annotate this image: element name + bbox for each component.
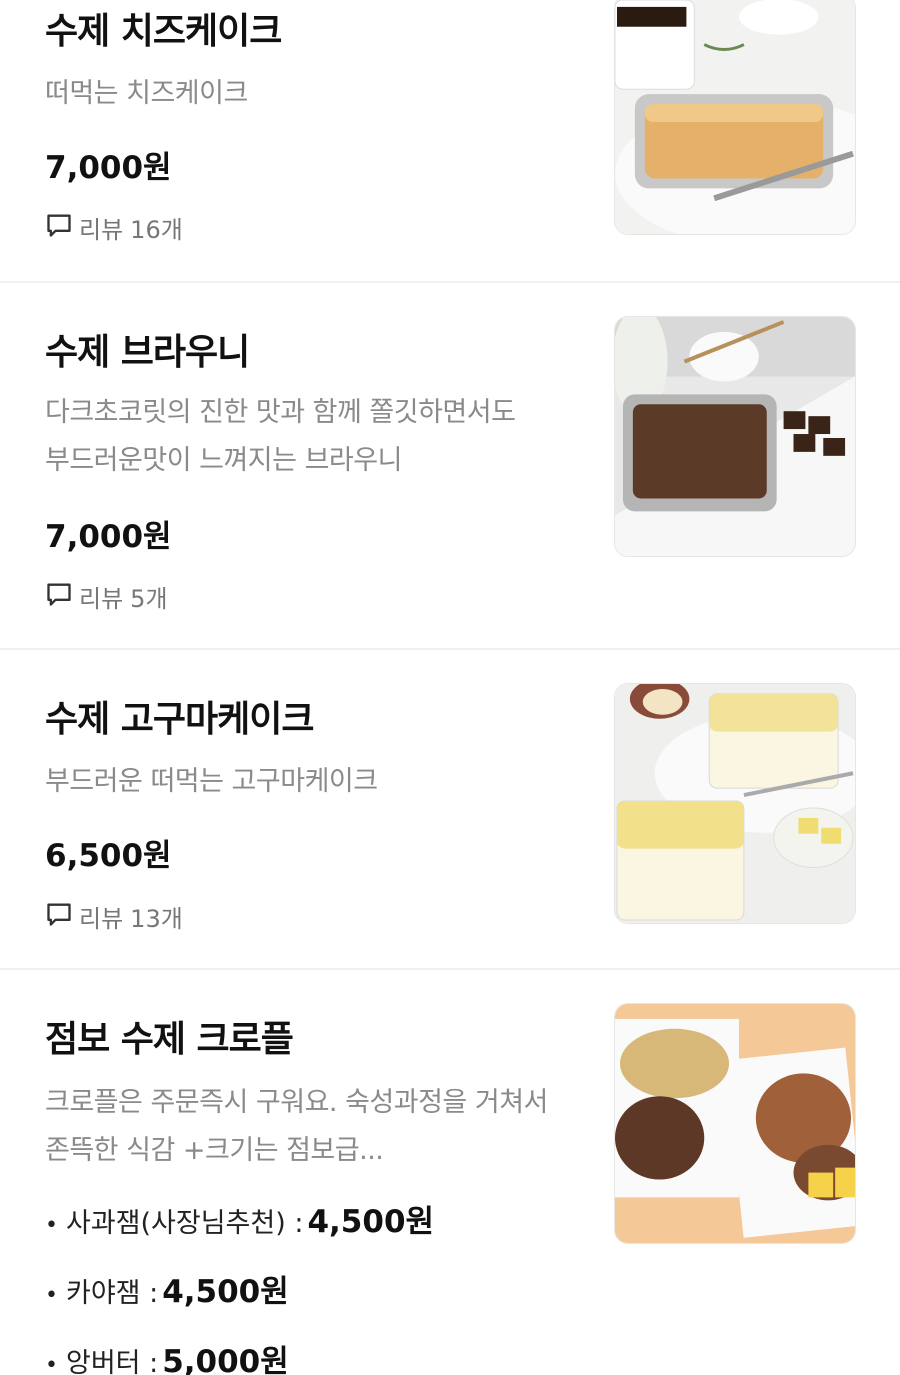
menu-item-description: 떠먹는 치즈케이크 [45,78,248,109]
menu-item-name: 수제 브라우니 [45,332,250,373]
menu-item-sweet-potato-cake[interactable]: 수제 고구마케이크 부드러운 떠먹는 고구마케이크 6,500원 리뷰 13개 [0,650,900,970]
review-count: 리뷰 13개 [45,899,183,934]
review-number: 13개 [130,905,183,933]
bullet-icon: • [45,1283,58,1308]
menu-item-price: 7,000원 [45,519,172,555]
description-line: 부드러운맛이 느껴지는 브라우니 [45,445,402,476]
option-price: 4,500원 [307,1204,435,1240]
option-item: • 카야잼 : 4,500원 [45,1266,289,1311]
review-label: 리뷰 [79,216,124,244]
option-price: 4,500원 [162,1274,289,1310]
bullet-icon: • [45,1213,58,1238]
review-number: 5개 [130,585,168,613]
description-line: 다크초코릿의 진한 맛과 함께 쫄깃하면서도 [45,397,516,428]
option-label: 카야잼 : [65,1278,159,1309]
croffle-photo [614,1003,856,1244]
menu-item-description: 크로플은 주문즉시 구워요. 숙성과정을 거쳐서 존뜩한 식감 +크기는 점보급… [45,1079,590,1175]
review-count: 리뷰 5개 [45,579,168,614]
cheesecake-photo [614,0,856,235]
option-price: 5,000원 [162,1344,289,1375]
menu-item-name: 수제 고구마케이크 [45,699,314,740]
chat-bubble-icon [45,580,79,614]
menu-item-name: 수제 치즈케이크 [45,11,282,52]
option-item: • 사과잼(사장님추천) : 4,500원 [45,1196,434,1241]
menu-item-croffle[interactable]: 점보 수제 크로플 크로플은 주문즉시 구워요. 숙성과정을 거쳐서 존뜩한 식… [0,970,900,1375]
review-label: 리뷰 [79,585,124,613]
menu-list: 수제 치즈케이크 떠먹는 치즈케이크 7,000원 리뷰 16개 수제 브라우니… [0,0,900,1375]
review-count: 리뷰 16개 [45,210,183,245]
menu-item-description: 다크초코릿의 진한 맛과 함께 쫄깃하면서도 부드러운맛이 느껴지는 브라우니 [45,389,590,485]
review-number: 16개 [130,216,183,244]
sweet-potato-cake-photo [614,683,856,924]
menu-item-price: 7,000원 [45,150,172,186]
option-item: • 앙버터 : 5,000원 [45,1336,289,1375]
description-line: 크로플은 주문즉시 구워요. 숙성과정을 거쳐서 [45,1087,548,1118]
option-label: 앙버터 : [65,1348,159,1375]
brownie-photo [614,316,856,557]
menu-item-cheesecake[interactable]: 수제 치즈케이크 떠먹는 치즈케이크 7,000원 리뷰 16개 [0,0,900,283]
review-label: 리뷰 [79,905,124,933]
bullet-icon: • [45,1353,58,1375]
menu-item-price: 6,500원 [45,838,172,874]
menu-item-description: 부드러운 떠먹는 고구마케이크 [45,766,378,797]
option-label: 사과잼(사장님추천) : [65,1208,304,1239]
menu-item-name: 점보 수제 크로플 [45,1019,294,1060]
chat-bubble-icon [45,900,79,934]
chat-bubble-icon [45,211,79,245]
description-line: 존뜩한 식감 +크기는 점보급... [45,1135,384,1166]
menu-item-brownie[interactable]: 수제 브라우니 다크초코릿의 진한 맛과 함께 쫄깃하면서도 부드러운맛이 느껴… [0,283,900,650]
